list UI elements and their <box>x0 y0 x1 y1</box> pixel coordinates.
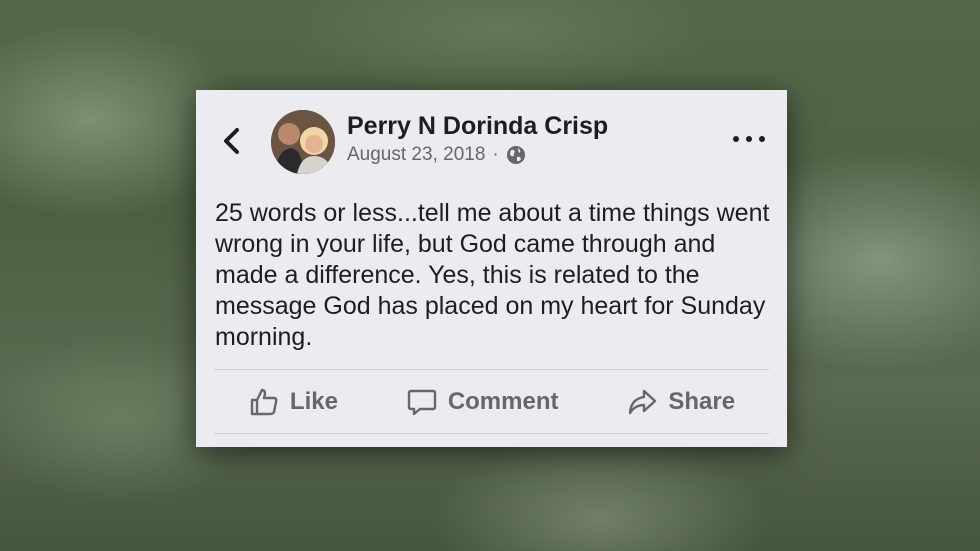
comment-button[interactable]: Comment <box>406 386 559 418</box>
back-button[interactable] <box>216 124 246 158</box>
more-dot <box>746 136 752 142</box>
divider <box>214 433 769 434</box>
share-label: Share <box>668 387 736 415</box>
more-options-icon <box>733 136 739 142</box>
globe-icon <box>506 145 526 165</box>
author-avatar[interactable] <box>271 110 335 174</box>
author-name[interactable]: Perry N Dorinda Crisp <box>347 112 608 141</box>
share-button[interactable]: Share <box>626 386 735 418</box>
like-button[interactable]: Like <box>248 386 338 418</box>
post-date[interactable]: August 23, 2018 <box>347 144 485 166</box>
thumbs-up-icon <box>250 388 278 415</box>
like-label: Like <box>289 387 338 415</box>
more-dot <box>759 136 765 142</box>
chevron-left-icon <box>224 128 239 154</box>
more-options-button[interactable] <box>733 128 765 150</box>
facebook-post-card: Perry N Dorinda Crisp August 23, 2018 · … <box>196 90 787 447</box>
comment-label: Comment <box>447 387 559 415</box>
post-actions-bar: Like Comment Share <box>214 370 769 433</box>
meta-separator: · <box>492 144 499 165</box>
speech-bubble-icon <box>407 389 437 415</box>
post-meta: August 23, 2018 · <box>347 144 526 166</box>
share-arrow-icon <box>629 389 657 414</box>
post-text: 25 words or less...tell me about a time … <box>215 199 770 351</box>
avatar-photo <box>271 110 335 174</box>
